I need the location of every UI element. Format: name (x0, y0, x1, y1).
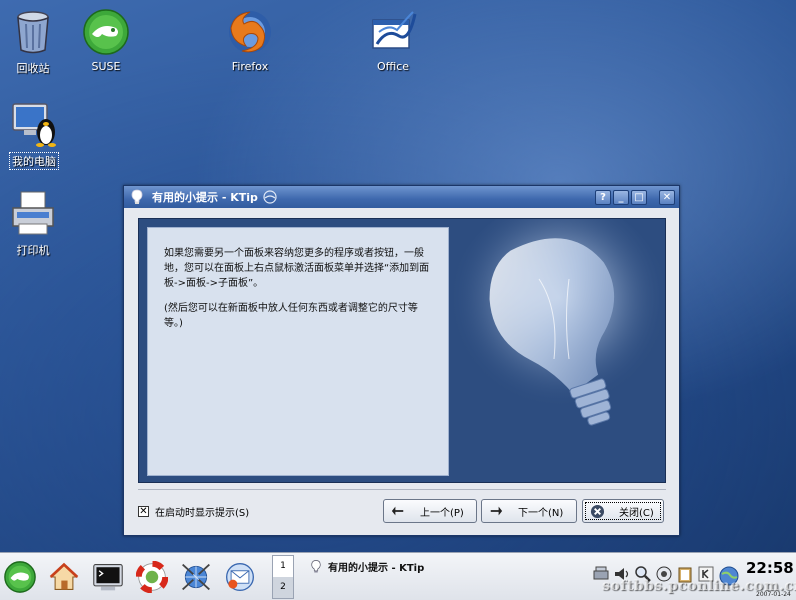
dialog-separator (138, 489, 666, 490)
lightbulb-icon (310, 559, 322, 574)
kmenu-button[interactable] (2, 559, 38, 595)
desktop-icon-my-computer[interactable]: 我的电脑 (0, 100, 74, 170)
taskbar-task-ktip[interactable]: 有用的小提示 - KTip (300, 555, 582, 577)
tip-text-box: 如果您需要另一个面板来容纳您更多的程序或者按钮，一般地，您可以在面板上右点鼠标激… (147, 227, 449, 476)
close-window-button[interactable]: ✕ (659, 189, 675, 205)
trash-icon (17, 11, 49, 54)
clock[interactable]: 22:58 (746, 559, 794, 577)
suse-swirl-icon (262, 189, 278, 205)
desktop-icon-label: Office (376, 60, 410, 73)
desktop-icon-label: 回收站 (16, 62, 50, 75)
desktop-icon-printer[interactable]: 打印机 (0, 190, 73, 258)
lightbulb-icon (130, 189, 144, 205)
next-tip-label: 下一个(N) (518, 507, 564, 519)
watermark: softbbs.pconline.com.cn (602, 578, 796, 594)
konqueror-launcher[interactable] (178, 559, 214, 595)
kontact-mail-icon (226, 563, 254, 591)
office-icon (372, 11, 417, 49)
dialog-titlebar[interactable]: 有用的小提示 - KTip ? _ □ ✕ (124, 186, 679, 208)
tip-paragraph: 如果您需要另一个面板来容纳您更多的程序或者按钮，一般地，您可以在面板上右点鼠标激… (164, 248, 430, 289)
printer-icon (12, 191, 54, 235)
arrow-left-icon (390, 503, 406, 519)
help-button[interactable]: ? (595, 189, 611, 205)
minimize-button[interactable]: _ (613, 189, 629, 205)
desktop-icon-suse[interactable]: SUSE (66, 8, 146, 73)
previous-tip-button[interactable]: 上一个(P) (383, 499, 477, 523)
task-title: 有用的小提示 - KTip (328, 562, 425, 574)
help-launcher[interactable] (134, 559, 170, 595)
home-icon (49, 562, 79, 590)
close-circle-icon (589, 503, 605, 519)
home-launcher[interactable] (46, 559, 82, 595)
desktop-icon-trash[interactable]: 回收站 (0, 8, 73, 76)
desktop-icon-office[interactable]: Office (353, 8, 433, 73)
pager-desktop-2[interactable]: 2 (273, 577, 293, 598)
konqueror-globe-icon (182, 563, 210, 591)
arrow-right-icon (488, 503, 504, 519)
desktop-icon-firefox[interactable]: Firefox (210, 8, 290, 73)
computer-tux-icon (12, 103, 56, 147)
desktop-icon-label: 我的电脑 (9, 152, 59, 170)
lifebuoy-icon (136, 561, 168, 593)
close-button[interactable]: 关闭(C) (582, 499, 664, 523)
maximize-button[interactable]: □ (631, 189, 647, 205)
close-label: 关闭(C) (619, 507, 654, 519)
dialog-title: 有用的小提示 - KTip (152, 191, 258, 204)
tip-content-area: 如果您需要另一个面板来容纳您更多的程序或者按钮，一般地，您可以在面板上右点鼠标激… (138, 218, 666, 483)
previous-tip-label: 上一个(P) (420, 507, 464, 519)
ktip-dialog: 有用的小提示 - KTip ? _ □ ✕ 如果您需要另一个面板来容纳您更多的程… (123, 185, 680, 536)
checkbox-mark[interactable]: ✕ (138, 506, 149, 517)
terminal-icon (93, 564, 123, 591)
mail-launcher[interactable] (222, 559, 258, 595)
show-on-startup-label: 在启动时显示提示(S) (155, 508, 250, 519)
desktop-icon-label: Firefox (231, 60, 269, 73)
suse-menu-icon (4, 561, 36, 593)
suse-chameleon-icon (83, 9, 129, 55)
desktop-pager: 1 2 (272, 555, 294, 599)
tip-paragraph: (然后您可以在新面板中放人任何东西或者调整它的尺寸等等。) (164, 303, 418, 329)
next-tip-button[interactable]: 下一个(N) (481, 499, 577, 523)
firefox-icon (229, 11, 271, 53)
pager-desktop-1[interactable]: 1 (273, 556, 293, 577)
desktop-icon-label: 打印机 (16, 244, 50, 257)
terminal-launcher[interactable] (90, 559, 126, 595)
desktop-icon-label: SUSE (91, 60, 121, 73)
show-on-startup-checkbox[interactable]: ✕ 在启动时显示提示(S) (138, 504, 249, 519)
